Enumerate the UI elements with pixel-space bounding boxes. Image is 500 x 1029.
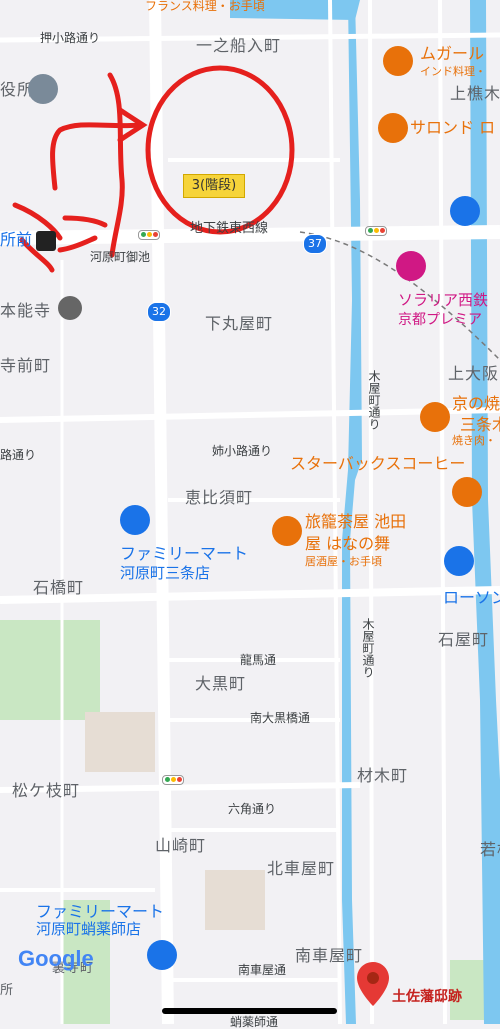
poi-name-line2: 三条木 bbox=[460, 415, 500, 434]
district-label: 松ケ枝町 bbox=[12, 781, 81, 800]
district-label: 下丸屋町 bbox=[205, 314, 274, 333]
poi-name[interactable]: ムガール bbox=[420, 46, 484, 62]
traffic-signal-icon bbox=[138, 230, 160, 240]
park bbox=[0, 620, 100, 720]
poi-name[interactable]: 本能寺 bbox=[0, 303, 51, 319]
restaurant-pin-icon[interactable] bbox=[378, 113, 408, 143]
google-logo: Google bbox=[18, 946, 94, 971]
street-label: 木屋町通り bbox=[361, 618, 375, 678]
station-label[interactable]: 所前 bbox=[0, 232, 32, 248]
building-block bbox=[205, 870, 265, 930]
home-indicator[interactable] bbox=[162, 1008, 337, 1014]
poi-name[interactable]: ローソン bbox=[443, 590, 500, 606]
district-label: 寺前町 bbox=[0, 356, 52, 375]
poi-name[interactable]: ファミリーマート bbox=[120, 546, 248, 562]
district-label: 石屋町 bbox=[438, 630, 490, 649]
poi-name[interactable]: サロンド ロ bbox=[410, 120, 495, 136]
poi-name[interactable]: 京の焼 bbox=[452, 396, 500, 412]
temple-icon[interactable] bbox=[58, 296, 82, 320]
hotel-pin-icon[interactable] bbox=[396, 251, 426, 281]
street-label: 姉小路通り bbox=[212, 444, 273, 458]
street-label: 路通り bbox=[0, 448, 37, 462]
shop-pin-icon[interactable] bbox=[147, 940, 177, 970]
district-label: 若松 bbox=[480, 840, 500, 859]
poi-name[interactable]: ファミリーマート bbox=[36, 904, 164, 920]
poi-subtitle: 居酒屋・お手頃 bbox=[305, 555, 382, 568]
shop-pin-icon[interactable] bbox=[444, 546, 474, 576]
destination-label[interactable]: 土佐藩邸跡 bbox=[392, 990, 462, 1004]
poi-name[interactable]: ソラリア西鉄 bbox=[398, 293, 488, 308]
route-32-badge: 32 bbox=[147, 302, 171, 322]
building-block bbox=[85, 712, 155, 772]
landmark-pin-icon[interactable] bbox=[28, 74, 58, 104]
poi-name[interactable]: 旅籠茶屋 池田 bbox=[305, 514, 406, 530]
district-label: 恵比須町 bbox=[185, 488, 254, 507]
poi-subtitle: インド料理・ bbox=[420, 65, 486, 78]
poi-name[interactable]: スターバックスコーヒー bbox=[290, 456, 465, 472]
street-label: 南車屋通 bbox=[238, 963, 287, 977]
street-label: 龍馬通 bbox=[240, 653, 277, 667]
district-label: 南車屋町 bbox=[295, 946, 364, 965]
district-label: 所 bbox=[0, 983, 15, 998]
street-label: 六角通り bbox=[228, 802, 277, 816]
street-label: 押小路通り bbox=[40, 31, 101, 45]
stairs-annotation-label: 3(階段) bbox=[183, 174, 245, 198]
street-label: 南大黒橋通 bbox=[250, 711, 311, 725]
district-label: 北車屋町 bbox=[267, 859, 336, 878]
district-label: 一之船入町 bbox=[196, 36, 282, 55]
poi-subtitle: 焼き肉・ bbox=[452, 434, 496, 447]
district-label: 材木町 bbox=[357, 766, 409, 785]
poi-name-line2: 河原町三条店 bbox=[120, 564, 211, 582]
street-label: 地下鉄東西線 bbox=[190, 221, 269, 236]
cafe-pin-icon[interactable] bbox=[452, 477, 482, 507]
parking-icon[interactable] bbox=[450, 196, 480, 226]
restaurant-pin-icon[interactable] bbox=[383, 46, 413, 76]
restaurant-pin-icon[interactable] bbox=[272, 516, 302, 546]
street-label: 蛸薬師通 bbox=[230, 1015, 279, 1029]
restaurant-pin-icon[interactable] bbox=[420, 402, 450, 432]
district-label: 山崎町 bbox=[155, 836, 207, 855]
traffic-signal-icon bbox=[365, 226, 387, 236]
traffic-signal-icon bbox=[162, 775, 184, 785]
subway-station-icon[interactable] bbox=[36, 231, 56, 251]
poi-subtitle: 京都プレミア bbox=[398, 312, 482, 328]
poi-name-line2: 河原町蛸薬師店 bbox=[36, 920, 142, 938]
district-label: 上樵木 bbox=[450, 84, 500, 103]
station-exit-label[interactable]: 河原町御池 bbox=[90, 251, 150, 263]
district-label: 石橋町 bbox=[33, 578, 85, 597]
shop-pin-icon[interactable] bbox=[120, 505, 150, 535]
poi-name-line2: 屋 はなの舞 bbox=[305, 534, 391, 553]
district-label: 上大阪 bbox=[448, 364, 500, 383]
street-label: 木屋町通り bbox=[367, 370, 381, 430]
destination-pin-icon[interactable] bbox=[357, 962, 389, 1006]
map-canvas[interactable] bbox=[0, 0, 500, 1024]
district-label: 大黒町 bbox=[195, 674, 247, 693]
route-37-badge: 37 bbox=[303, 234, 327, 254]
poi-subtitle: フランス料理・お手頃 bbox=[145, 0, 265, 13]
